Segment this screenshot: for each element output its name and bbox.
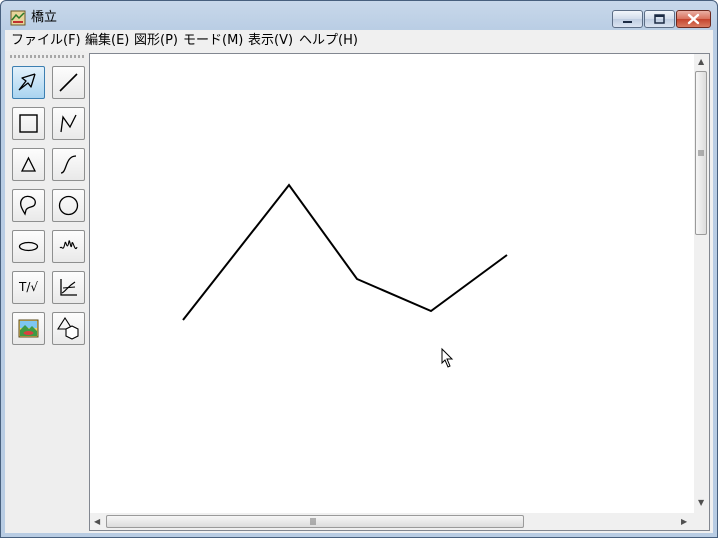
polyline-icon — [60, 114, 77, 133]
tool-freeform[interactable] — [12, 189, 45, 222]
tool-palette: T/√ — [5, 51, 89, 533]
tool-ellipse[interactable] — [12, 230, 45, 263]
shapes-library-icon — [56, 316, 79, 340]
app-window: 橋立 ファイル(F) 編集(E) 図形(P) モード(M) 表示(V) ヘルプ(… — [0, 0, 718, 538]
window-title: 橋立 — [31, 10, 58, 25]
menu-bar: ファイル(F) 編集(E) 図形(P) モード(M) 表示(V) ヘルプ(H) — [5, 30, 713, 51]
vertical-scrollbar[interactable]: ▲ ▼ — [694, 54, 709, 513]
tool-rectangle[interactable] — [12, 107, 45, 140]
menu-help[interactable]: ヘルプ(H) — [299, 32, 358, 49]
maximize-icon — [654, 14, 665, 24]
tool-curve[interactable] — [52, 148, 85, 181]
mouse-cursor-icon — [441, 347, 454, 368]
graph-icon — [60, 279, 77, 296]
menu-edit[interactable]: 編集(E) — [85, 32, 129, 49]
toolbar-grip[interactable] — [10, 55, 86, 58]
scroll-up-icon[interactable]: ▲ — [698, 58, 704, 66]
scroll-right-icon[interactable]: ▶ — [681, 518, 687, 526]
menu-view[interactable]: 表示(V) — [248, 32, 293, 49]
select-arrow-icon — [18, 73, 36, 91]
freeform-shape-icon — [19, 195, 36, 216]
vertical-scroll-thumb[interactable] — [695, 71, 707, 235]
tool-polyline[interactable] — [52, 107, 85, 140]
canvas-frame: ▲ ▼ ◀ ▶ — [89, 53, 710, 531]
horizontal-scrollbar[interactable]: ◀ ▶ — [90, 513, 694, 530]
tool-shapes-library[interactable] — [52, 312, 85, 345]
line-icon — [59, 73, 78, 92]
tool-image[interactable] — [12, 312, 45, 345]
ellipse-icon — [18, 241, 39, 252]
text-formula-icon: T/√ — [18, 280, 39, 294]
grip-icon — [698, 150, 704, 156]
menu-file[interactable]: ファイル(F) — [11, 32, 81, 49]
horizontal-scroll-thumb[interactable] — [106, 515, 524, 528]
tool-triangle[interactable] — [12, 148, 45, 181]
tool-graph[interactable] — [52, 271, 85, 304]
tool-circle[interactable] — [52, 189, 85, 222]
scroll-down-icon[interactable]: ▼ — [698, 499, 704, 507]
image-icon — [18, 319, 39, 338]
drawing-svg — [182, 183, 508, 368]
scroll-left-icon[interactable]: ◀ — [94, 518, 100, 526]
minimize-button[interactable] — [612, 10, 643, 28]
triangle-icon — [20, 156, 37, 172]
circle-icon — [58, 195, 79, 216]
close-icon — [687, 13, 700, 25]
curve-icon — [60, 155, 77, 174]
tool-spiral[interactable] — [52, 230, 85, 263]
app-icon[interactable] — [10, 10, 26, 26]
scrollbar-corner — [694, 513, 709, 530]
tool-select[interactable] — [12, 66, 45, 99]
minimize-icon — [623, 21, 632, 23]
rectangle-icon — [19, 114, 38, 133]
client-area: T/√ ▲ ▼ ◀ ▶ — [5, 51, 713, 533]
grip-icon — [310, 518, 316, 525]
drawing-canvas[interactable] — [93, 57, 693, 513]
menu-shape[interactable]: 図形(P) — [134, 32, 178, 49]
tool-text-formula[interactable]: T/√ — [12, 271, 45, 304]
drawn-polyline[interactable] — [182, 183, 508, 321]
tool-line[interactable] — [52, 66, 85, 99]
maximize-button[interactable] — [644, 10, 675, 28]
menu-mode[interactable]: モード(M) — [183, 32, 243, 49]
spiral-icon — [59, 240, 78, 250]
title-bar[interactable]: 橋立 — [1, 1, 717, 31]
close-button[interactable] — [676, 10, 711, 28]
